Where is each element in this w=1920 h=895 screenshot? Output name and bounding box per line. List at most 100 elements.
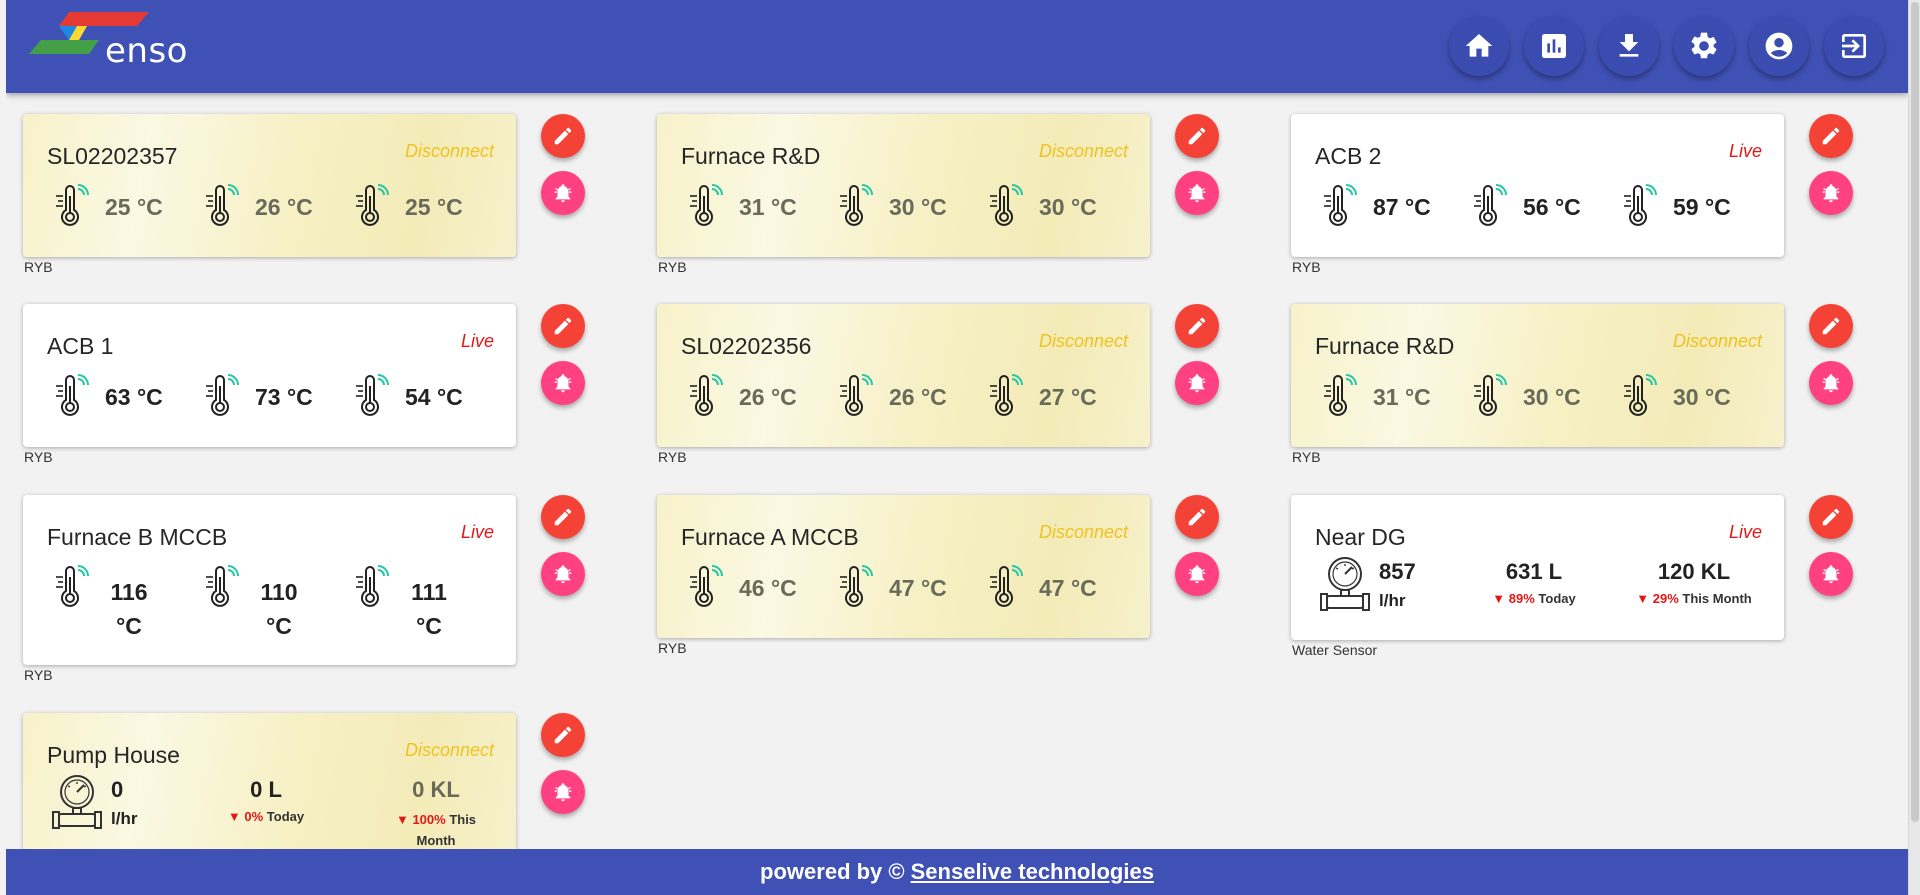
logout-button[interactable] [1824,16,1884,76]
temperature-reading: 56 °C [1469,184,1619,228]
month-change: ▼ 29% This Month [1636,591,1752,606]
status-badge: Disconnect [1038,141,1128,161]
edit-button[interactable] [1809,114,1853,158]
alarm-button[interactable] [1809,552,1853,596]
download-button[interactable] [1599,16,1659,76]
alarm-button[interactable] [1809,171,1853,215]
device-title: Pump House [47,742,180,768]
temperature-reading: 54 °C [351,374,501,418]
device-card[interactable]: Furnace R&D Disconnect 31 °C 30 °C 30 °C [657,114,1150,257]
pencil-icon [1186,506,1208,528]
temperature-reading: 27 °C [985,374,1135,418]
today-label: Today [1538,591,1576,606]
company-link[interactable]: Senselive technologies [911,859,1154,885]
report-button[interactable] [1524,16,1584,76]
device-title: Furnace R&D [1315,333,1455,359]
thermometer-icon [351,374,391,418]
status-badge: Live [460,331,494,351]
logout-icon [1842,34,1866,58]
alarm-button[interactable] [1175,171,1219,215]
readings: 31 °C 30 °C 30 °C [1319,374,1769,418]
water-sensor-tile: Pump House Disconnect 0 l/hr 0 L ▼ 0% To… [6,713,606,849]
edit-button[interactable] [1809,304,1853,348]
alarm-button[interactable] [1809,361,1853,405]
thermometer-icon [685,374,725,418]
thermometer-icon [985,374,1025,418]
pencil-icon [1820,315,1842,337]
senso-logo[interactable]: enso [29,12,199,72]
edit-button[interactable] [541,304,585,348]
alarm-button[interactable] [1175,552,1219,596]
pencil-icon [1186,315,1208,337]
temperature-reading: 47 °C [835,565,985,609]
flow-meter-icon [1319,555,1371,617]
readings: 31 °C 30 °C 30 °C [685,184,1135,228]
gear-icon [1691,32,1717,59]
temperature-value: 116 °C [110,579,148,639]
temperature-value: 46 °C [739,575,797,601]
alarm-button[interactable] [541,552,585,596]
temperature-value: 63 °C [105,384,163,410]
thermometer-icon [1619,374,1659,418]
edit-button[interactable] [541,114,585,158]
month-percent: 29% [1652,591,1679,606]
edit-button[interactable] [1175,304,1219,348]
device-card[interactable]: Furnace B MCCB Live 116 °C 110 °C 111 °C [23,495,516,665]
readings: 63 °C 73 °C 54 °C [51,374,501,418]
alarm-button[interactable] [541,361,585,405]
status-badge: Disconnect [404,740,494,760]
edit-button[interactable] [1175,495,1219,539]
alarm-button[interactable] [541,770,585,814]
readings: 116 °C 110 °C 111 °C [51,565,501,643]
status-badge: Disconnect [1038,522,1128,542]
device-card[interactable]: Furnace R&D Disconnect 31 °C 30 °C 30 °C [1291,304,1784,447]
home-button[interactable] [1449,16,1509,76]
vertical-scrollbar[interactable] [1908,0,1920,895]
device-tile: SL02202357 Disconnect 25 °C 26 °C 25 °C … [6,114,606,284]
water-sensor-card[interactable]: Pump House Disconnect 0 l/hr 0 L ▼ 0% To… [23,713,516,849]
alarm-icon [1186,372,1208,394]
month-change: ▼ 100% This Month [395,812,477,848]
month-stat: 120 KL ▼ 29% This Month [1619,559,1769,606]
settings-button[interactable] [1674,16,1734,76]
device-card[interactable]: ACB 2 Live 87 °C 56 °C 59 °C [1291,114,1784,257]
device-card[interactable]: SL02202357 Disconnect 25 °C 26 °C 25 °C [23,114,516,257]
today-stat: 0 L ▼ 0% Today [201,777,331,824]
temperature-value: 110 °C [260,579,298,639]
thermometer-icon [1619,184,1659,228]
scrollbar-thumb[interactable] [1911,2,1919,822]
readings: 26 °C 26 °C 27 °C [685,374,1135,418]
temperature-reading: 30 °C [835,184,985,228]
thermometer-icon [835,374,875,418]
edit-button[interactable] [1809,495,1853,539]
app-window: enso SL02202357 Disconnect 25 °C 26 °C 2… [6,0,1908,895]
alarm-icon [1186,182,1208,204]
alarm-icon [1186,563,1208,585]
temperature-reading: 46 °C [685,565,835,609]
thermometer-icon [985,184,1025,228]
edit-button[interactable] [1175,114,1219,158]
readings: 87 °C 56 °C 59 °C [1319,184,1769,228]
device-card[interactable]: ACB 1 Live 63 °C 73 °C 54 °C [23,304,516,447]
status-badge: Live [460,522,494,542]
edit-button[interactable] [541,713,585,757]
device-type-label: RYB [24,667,53,683]
edit-button[interactable] [541,495,585,539]
device-title: Near DG [1315,524,1406,550]
status-badge: Live [1728,141,1762,161]
app-footer: powered by © Senselive technologies [6,849,1908,895]
water-sensor-card[interactable]: Near DG Live 857 l/hr 631 L ▼ 89% Today … [1291,495,1784,640]
alarm-button[interactable] [1175,361,1219,405]
alarm-button[interactable] [541,171,585,215]
account-button[interactable] [1749,16,1809,76]
device-card[interactable]: Furnace A MCCB Disconnect 46 °C 47 °C 47… [657,495,1150,638]
readings: 46 °C 47 °C 47 °C [685,565,1135,609]
account-icon [1765,32,1793,60]
device-card[interactable]: SL02202356 Disconnect 26 °C 26 °C 27 °C [657,304,1150,447]
pencil-icon [552,724,574,746]
pencil-icon [1820,125,1842,147]
thermometer-icon [1319,184,1359,228]
temperature-reading: 26 °C [685,374,835,418]
device-tile: ACB 1 Live 63 °C 73 °C 54 °C RYB [6,304,606,474]
alarm-icon [552,563,574,585]
